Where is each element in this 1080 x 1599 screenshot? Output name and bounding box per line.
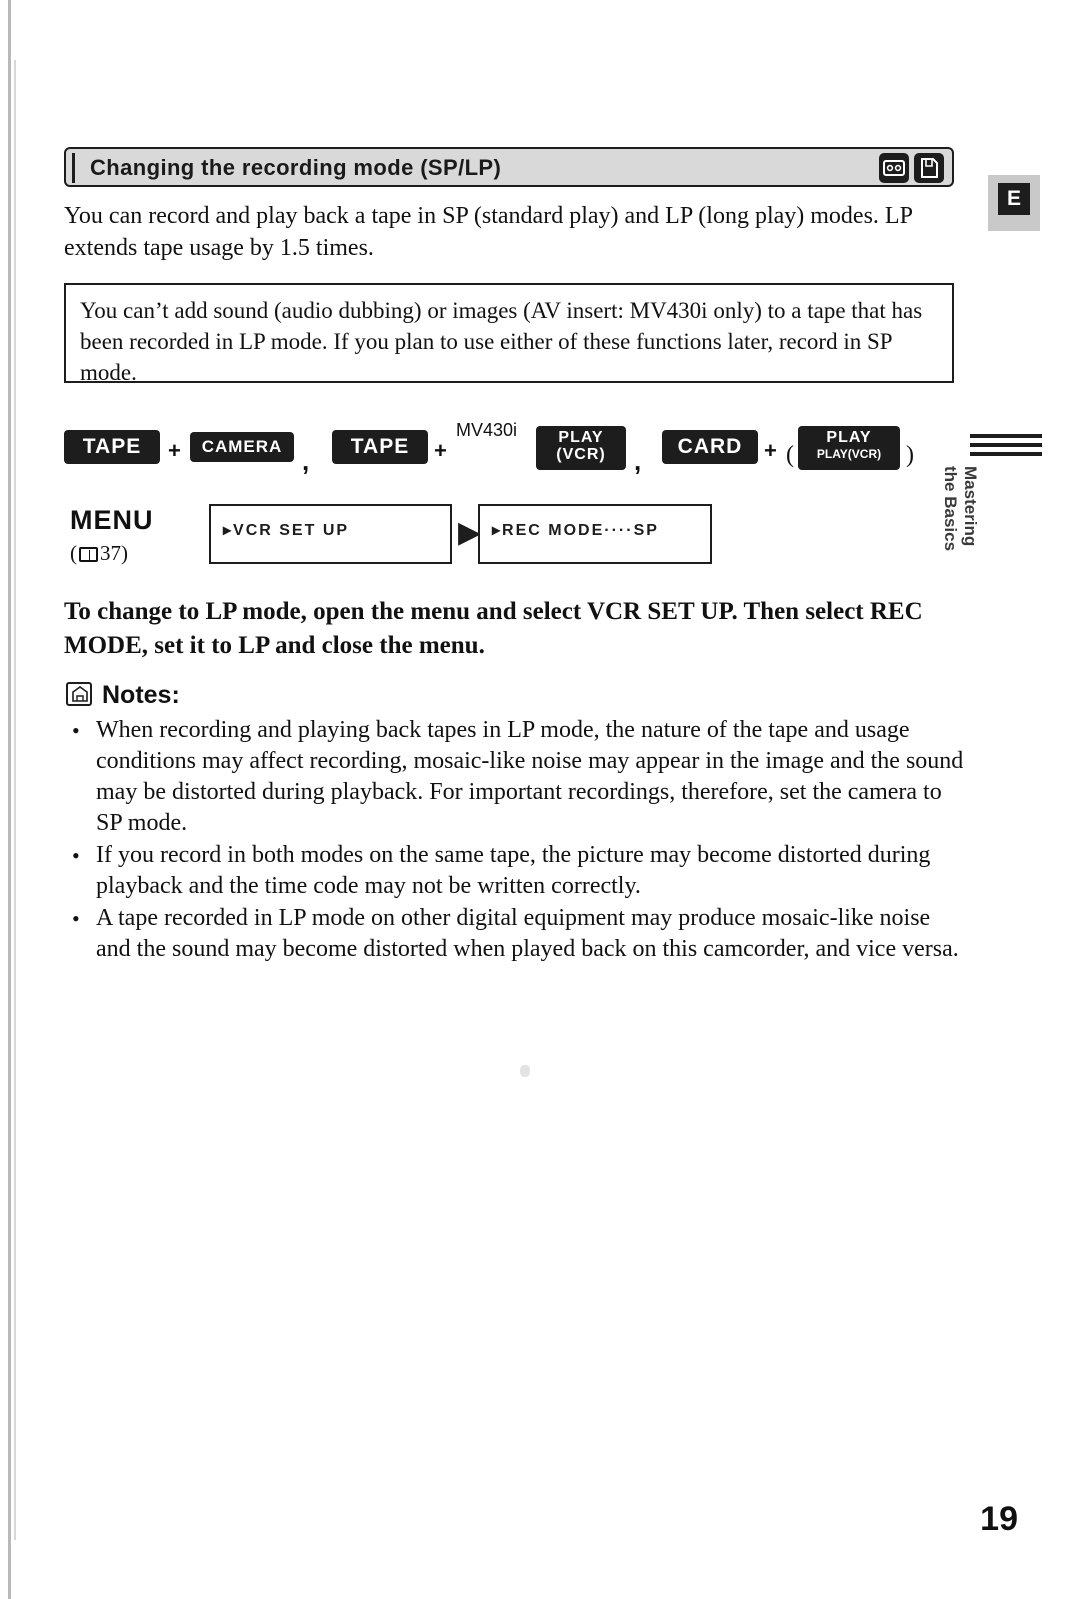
- page-edge-line: [14, 60, 16, 1540]
- scan-artifact: [520, 1065, 530, 1077]
- title-icon-group: [879, 153, 944, 183]
- notes-icon: [66, 682, 92, 706]
- page-title: Changing the recording mode (SP/LP): [90, 155, 502, 180]
- menu-step-2: ▸REC MODE····SP: [478, 504, 712, 564]
- badge-play-vcr-line1: PLAY: [558, 429, 604, 446]
- model-label-mv430i: MV430i: [456, 420, 518, 440]
- list-item: If you record in both modes on the same …: [66, 840, 966, 902]
- menu-step-2-text: ▸REC MODE····SP: [492, 522, 659, 539]
- comma-2: ,: [634, 446, 642, 476]
- side-label-line1: Mastering: [961, 466, 980, 547]
- page-edge-shadow: [8, 0, 11, 1599]
- page-number: 19: [980, 1500, 1018, 1538]
- paren-close: ): [906, 442, 914, 468]
- plus-sign-2: +: [434, 438, 447, 463]
- tape-icon: [879, 153, 909, 183]
- section-title-bar: Changing the recording mode (SP/LP): [64, 147, 954, 187]
- badge-card: CARD: [662, 430, 758, 464]
- intro-paragraph: You can record and play back a tape in S…: [64, 203, 913, 261]
- paren-open: (: [786, 442, 794, 468]
- side-label-bars: [970, 434, 1042, 461]
- badge-play-vcr-line2: (VCR): [556, 446, 606, 463]
- badge-tape-1: TAPE: [64, 430, 160, 464]
- side-label-line2: the Basics: [941, 466, 960, 552]
- badge-play-vcr-small: PLAY(VCR): [816, 447, 882, 461]
- menu-label: MENU: [70, 505, 154, 535]
- notes-heading: Notes:: [102, 681, 180, 709]
- language-tab: E: [988, 175, 1040, 231]
- badge-camera: CAMERA: [190, 432, 294, 462]
- manual-page: Changing the recording mode (SP/LP) E Ma…: [0, 0, 1080, 1599]
- badge-play-vcr: PLAY (VCR): [536, 426, 626, 470]
- book-icon: [79, 547, 98, 562]
- menu-step-1: ▸VCR SET UP: [209, 504, 452, 564]
- instruction-text: To change to LP mode, open the menu and …: [64, 598, 923, 659]
- menu-ref-open: (: [70, 541, 77, 565]
- side-label-text: Mastering the Basics: [940, 466, 980, 606]
- chapter-side-label: Mastering the Basics: [941, 434, 1042, 594]
- badge-tape-2: TAPE: [332, 430, 428, 464]
- menu-step-1-text: ▸VCR SET UP: [223, 522, 350, 539]
- mode-badge-row: TAPE + CAMERA , TAPE + MV430i PLAY (VCR)…: [64, 420, 954, 480]
- list-item: A tape recorded in LP mode on other digi…: [66, 903, 966, 965]
- caution-box: You can’t add sound (audio dubbing) or i…: [64, 283, 954, 385]
- badge-play: PLAY: [826, 429, 872, 446]
- plus-sign-3: +: [764, 438, 777, 463]
- list-item: When recording and playing back tapes in…: [66, 715, 966, 839]
- notes-list: When recording and playing back tapes in…: [66, 715, 966, 966]
- plus-sign-1: +: [168, 438, 181, 463]
- menu-page-ref: (37): [70, 541, 128, 566]
- badge-play-group: PLAY PLAY(VCR): [798, 426, 900, 470]
- menu-ref-page: 37): [100, 541, 128, 565]
- card-icon: [914, 153, 944, 183]
- caution-text: You can’t add sound (audio dubbing) or i…: [80, 298, 923, 385]
- language-tab-letter: E: [998, 183, 1030, 215]
- title-accent: [72, 153, 75, 183]
- comma-1: ,: [302, 446, 310, 476]
